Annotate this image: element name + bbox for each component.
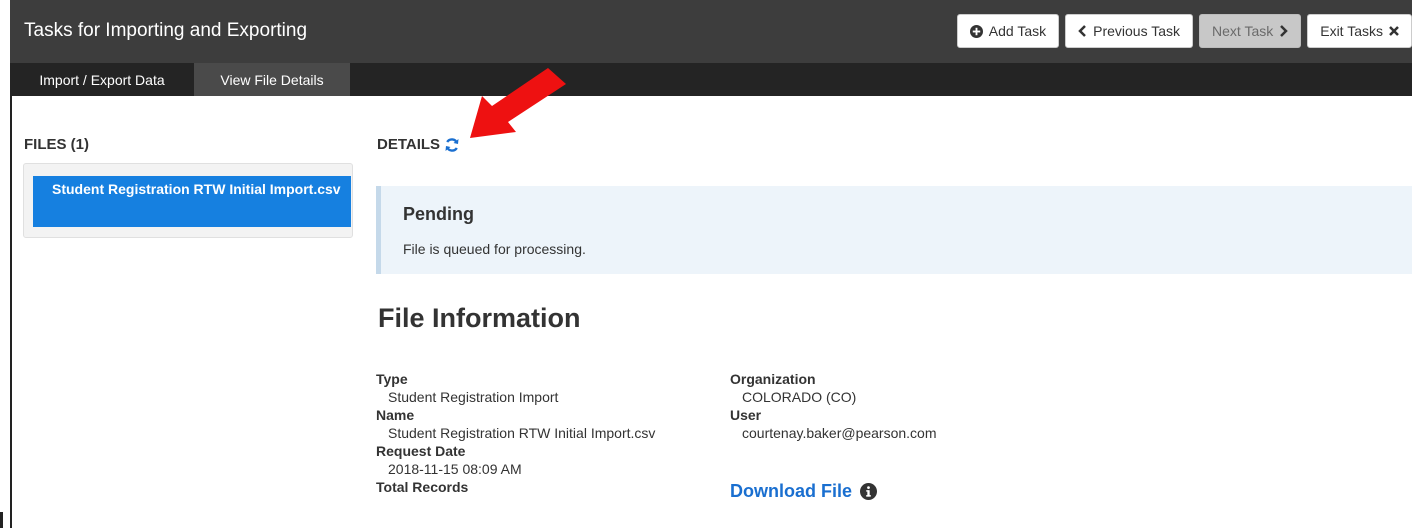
exit-tasks-label: Exit Tasks [1320,23,1383,39]
close-icon [1389,26,1399,36]
status-message: File is queued for processing. [403,241,586,257]
field-value-user: courtenay.baker@pearson.com [742,425,937,441]
download-file-label: Download File [730,481,853,501]
tab-bar: Import / Export Data View File Details [10,63,1412,96]
file-info-column-left: Type Student Registration Import Name St… [376,370,655,496]
tab-import-export-data[interactable]: Import / Export Data [10,63,194,96]
add-task-label: Add Task [988,23,1047,39]
chevron-left-icon [1078,25,1086,37]
field-value-organization: COLORADO (CO) [742,389,857,405]
status-title: Pending [403,204,474,224]
field-label-user: User [730,407,762,423]
exit-tasks-button[interactable]: Exit Tasks [1307,14,1412,48]
files-heading: FILES (1) [24,136,90,153]
top-bar: Tasks for Importing and Exporting Add Ta… [10,0,1412,63]
field-value-name: Student Registration RTW Initial Import.… [388,425,656,441]
file-info-column-right: Organization COLORADO (CO) User courtena… [730,370,937,442]
chevron-right-icon [1280,25,1289,37]
previous-task-label: Previous Task [1093,23,1181,39]
task-nav-buttons: Add Task Previous Task Next Task Exit Ta… [956,14,1412,48]
plus-circle-icon [969,24,983,38]
field-value-request-date: 2018-11-15 08:09 AM [388,461,522,477]
refresh-icon[interactable] [444,137,460,153]
next-task-label: Next Task [1212,23,1274,39]
frame-corner-line [0,512,3,528]
tab-label: Import / Export Data [39,71,165,88]
field-label-request-date: Request Date [376,443,466,459]
status-alert: Pending File is queued for processing. [376,186,1412,274]
details-heading-label: DETAILS [377,136,441,153]
file-information-heading: File Information [378,303,581,333]
next-task-button[interactable]: Next Task [1199,14,1302,48]
field-label-type: Type [376,371,408,387]
field-label-name: Name [376,407,415,423]
field-value-type: Student Registration Import [388,389,559,405]
page-title: Tasks for Importing and Exporting [24,20,308,41]
field-label-total-records: Total Records [376,479,469,495]
tab-label: View File Details [220,71,324,88]
info-circle-icon[interactable] [860,483,878,500]
previous-task-button[interactable]: Previous Task [1065,14,1194,48]
add-task-button[interactable]: Add Task [956,14,1060,48]
download-file-link[interactable]: Download File [730,481,878,502]
frame-left-border [10,96,12,528]
files-list: Student Registration RTW Initial Import.… [23,163,353,238]
file-list-item[interactable]: Student Registration RTW Initial Import.… [33,176,351,227]
details-heading: DETAILS [377,136,460,153]
task-window: Tasks for Importing and Exporting Add Ta… [10,0,1412,528]
field-label-organization: Organization [730,371,816,387]
tab-view-file-details[interactable]: View File Details [194,63,350,96]
